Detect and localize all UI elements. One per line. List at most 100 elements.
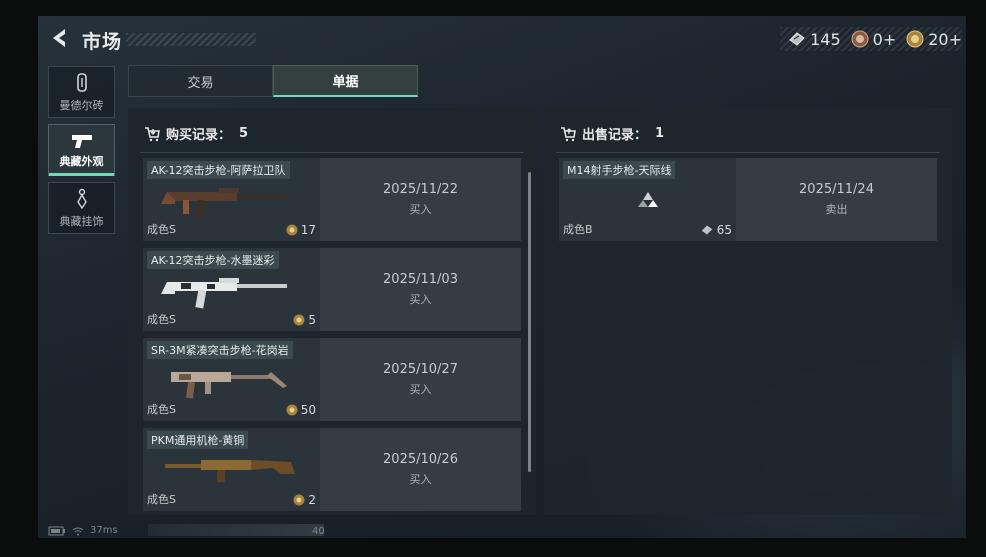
rifle-icon <box>161 278 287 309</box>
record-type: 卖出 <box>825 203 848 216</box>
status-bar: 37ms <box>48 525 118 536</box>
purchase-record[interactable]: PKM通用机枪-黄铜 成色S 2 2025/10/26 买入 <box>143 428 521 511</box>
record-name: AK-12突击步枪-水墨迷彩 <box>147 251 279 269</box>
currency-bronze[interactable]: 20+ <box>906 30 962 49</box>
rifle-icon <box>161 188 287 219</box>
record-thumbnail: PKM通用机枪-黄铜 成色S 2 <box>143 428 320 511</box>
gold-coin-icon <box>851 30 869 48</box>
record-date: 2025/11/03 <box>383 272 458 287</box>
record-thumbnail: AK-12突击步枪-水墨迷彩 成色S 5 <box>143 248 320 331</box>
record-date: 2025/11/24 <box>799 182 874 197</box>
record-grade: 成色S <box>147 223 176 236</box>
top-bar: 市场 145 0+ 20+ <box>38 16 966 60</box>
sidebar-item-skins[interactable]: 典藏外观 <box>48 124 115 176</box>
sale-count: 1 <box>655 126 665 141</box>
wifi-icon <box>72 527 84 535</box>
purchase-count: 5 <box>239 126 249 141</box>
back-arrow-icon <box>53 29 65 47</box>
record-thumbnail: AK-12突击步枪-阿萨拉卫队 成色S 17 <box>143 158 320 241</box>
record-date: 2025/10/27 <box>383 362 458 377</box>
rifle-icon <box>171 372 287 399</box>
record-name: SR-3M紧凑突击步枪-花岗岩 <box>147 341 293 359</box>
sidebar-item-label: 曼德尔砖 <box>59 98 104 112</box>
title-decoration <box>126 33 256 46</box>
purchase-record[interactable]: AK-12突击步枪-阿萨拉卫队 成色S 17 2025/11/22 买入 <box>143 158 521 241</box>
placeholder-triangle-icon <box>638 191 658 207</box>
brick-icon <box>76 72 87 92</box>
record-info: 2025/11/03 买入 <box>320 248 521 331</box>
purchase-scrollbar[interactable] <box>528 172 531 472</box>
charm-icon <box>76 188 87 209</box>
record-price: 2 <box>293 493 316 507</box>
record-price: 65 <box>700 223 732 237</box>
bronze-coin-icon <box>286 224 298 236</box>
sale-record[interactable]: M14射手步枪-天际线 成色B 65 2025/11/24 卖出 <box>559 158 937 241</box>
record-thumbnail: SR-3M紧凑突击步枪-花岗岩 成色S 50 <box>143 338 320 421</box>
record-thumbnail: M14射手步枪-天际线 成色B 65 <box>559 158 736 241</box>
record-price: 17 <box>286 223 316 237</box>
record-grade: 成色S <box>147 313 176 326</box>
sidebar-item-label: 典藏挂饰 <box>59 214 104 228</box>
record-info: 2025/11/22 买入 <box>320 158 521 241</box>
purchase-record[interactable]: SR-3M紧凑突击步枪-花岗岩 成色S 50 2025/10/27 买入 <box>143 338 521 421</box>
bronze-coin-icon <box>906 30 924 48</box>
record-price-value: 65 <box>716 223 732 237</box>
record-price: 50 <box>286 403 316 417</box>
bronze-coin-icon <box>286 404 298 416</box>
record-info: 2025/10/26 买入 <box>320 428 521 511</box>
bronze-coin-icon <box>293 494 305 506</box>
ping-value: 37ms <box>90 525 118 536</box>
divider <box>140 152 524 153</box>
record-price-value: 50 <box>300 403 316 417</box>
sale-title: 出售记录： <box>582 128 648 143</box>
purchase-panel: 购买记录： 5 AK-12突击步枪-阿萨拉卫队 成色S 17 2025/11/2… <box>128 108 536 515</box>
sale-panel: 出售记录： 1 M14射手步枪-天际线 成色B 65 2025/11/24 卖出 <box>544 108 952 515</box>
purchase-title: 购买记录： <box>166 128 232 143</box>
back-button[interactable] <box>48 26 72 50</box>
record-grade: 成色S <box>147 403 176 416</box>
sale-cart-icon <box>561 126 576 141</box>
bronze-coin-icon <box>293 314 305 326</box>
page-title: 市场 <box>82 31 123 53</box>
sidebar-item-label: 典藏外观 <box>59 154 104 168</box>
record-date: 2025/10/26 <box>383 452 458 467</box>
purchase-cart-icon <box>145 126 160 141</box>
currency-ticket-value: 145 <box>810 29 841 49</box>
record-price-value: 2 <box>308 493 316 507</box>
record-grade: 成色B <box>563 223 593 236</box>
bottom-number: 40 <box>312 526 325 537</box>
tab-trade[interactable]: 交易 <box>128 65 273 97</box>
record-info: 2025/10/27 买入 <box>320 338 521 421</box>
machine-gun-icon <box>165 460 295 482</box>
record-type: 买入 <box>409 203 432 216</box>
record-name: AK-12突击步枪-阿萨拉卫队 <box>147 161 290 179</box>
pistol-icon <box>71 134 92 148</box>
currency-ticket[interactable]: 145 <box>788 30 841 49</box>
currency-gold-value: 0+ <box>872 29 897 49</box>
record-price-value: 17 <box>300 223 316 237</box>
ticket-icon <box>701 225 712 235</box>
currency-gold[interactable]: 0+ <box>851 29 897 49</box>
tab-orders[interactable]: 单据 <box>273 65 418 97</box>
market-screen: 市场 145 0+ 20+ 曼德尔砖 典藏外观 典藏挂饰 交易 单据 购买记录：… <box>38 16 966 538</box>
record-grade: 成色S <box>147 493 176 506</box>
bottom-decoration <box>148 524 324 536</box>
purchase-record[interactable]: AK-12突击步枪-水墨迷彩 成色S 5 2025/11/03 买入 <box>143 248 521 331</box>
ticket-icon <box>789 32 805 46</box>
record-price: 5 <box>293 313 316 327</box>
currency-bronze-value: 20+ <box>928 29 962 49</box>
sidebar-item-brick[interactable]: 曼德尔砖 <box>48 66 115 118</box>
battery-icon <box>48 526 65 535</box>
tab-bar: 交易 单据 <box>128 65 418 97</box>
purchase-header: 购买记录： 5 <box>144 124 248 143</box>
sidebar-item-charms[interactable]: 典藏挂饰 <box>48 182 115 234</box>
currency-bar: 145 0+ 20+ <box>780 27 962 51</box>
divider <box>556 152 940 153</box>
record-date: 2025/11/22 <box>383 182 458 197</box>
record-type: 买入 <box>409 383 432 396</box>
record-type: 买入 <box>409 293 432 306</box>
record-name: PKM通用机枪-黄铜 <box>147 431 249 449</box>
record-price-value: 5 <box>308 313 316 327</box>
record-type: 买入 <box>409 473 432 486</box>
sale-header: 出售记录： 1 <box>560 124 664 143</box>
